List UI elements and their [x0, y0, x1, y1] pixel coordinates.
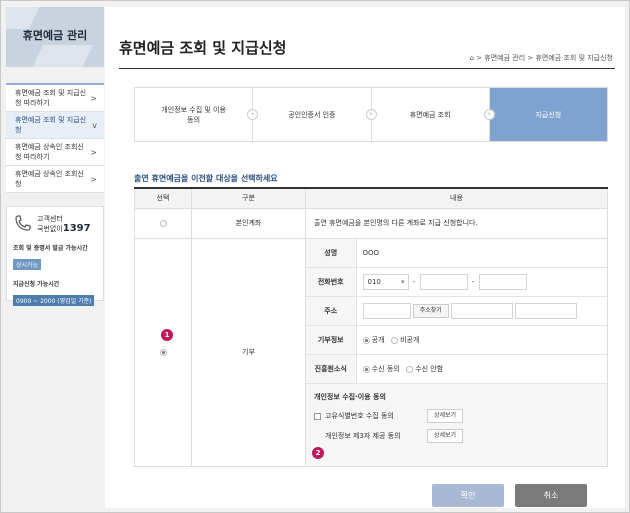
- phone-middle-input[interactable]: [419, 274, 468, 290]
- name-label: 성명: [306, 238, 357, 268]
- address-search-button[interactable]: 주소찾기: [412, 304, 449, 318]
- payout-time-label: 지급신청 가능시간: [13, 281, 60, 288]
- chevron-right-icon: ›: [483, 109, 495, 120]
- step-apply: 지급신청: [489, 88, 607, 141]
- type-donation: 기부: [191, 237, 306, 467]
- breadcrumb-item[interactable]: 휴면예금 관리: [484, 54, 525, 62]
- chevron-right-icon: >: [90, 148, 97, 157]
- customer-center-number: 1397: [62, 223, 91, 234]
- chevron-down-icon: ▾: [400, 278, 405, 286]
- select-own-account-radio[interactable]: [159, 219, 167, 227]
- chevron-right-icon: ›: [365, 109, 377, 120]
- sidebar-item-label: 휴면예금 상속인 조회신청 따라하기: [15, 143, 84, 161]
- consent-third-party-detail-button[interactable]: 상세보기: [427, 429, 464, 443]
- donation-info-label: 기부정보: [306, 325, 357, 355]
- own-account-description: 출연 휴면예금을 본인명의 다른 계좌로 지급 신청합니다.: [305, 207, 608, 239]
- home-icon[interactable]: ⌂: [470, 54, 474, 62]
- sidebar-item-label: 휴면예금 상속인 조회신청: [15, 170, 84, 188]
- type-own-account: 본인계좌: [191, 207, 306, 239]
- col-header-content: 내용: [305, 187, 608, 209]
- sidebar-item-heir-guide[interactable]: 휴면예금 상속인 조회신청 따라하기 >: [6, 139, 104, 166]
- select-donation-radio[interactable]: [159, 348, 167, 356]
- sidebar-header: 휴면예금 관리: [6, 7, 104, 67]
- consent-title: 개인정보 수집·이용 동의: [314, 393, 386, 401]
- breadcrumb-item[interactable]: 휴면예금 조회 및 지급신청: [535, 54, 613, 62]
- consent-third-party-label: 개인정보 제3자 제공 동의: [325, 432, 401, 440]
- section-title: 출연 휴면예금을 이전할 대상을 선택하세요: [134, 174, 278, 183]
- consent-id-label: 고유식별번호 수집 동의: [325, 412, 394, 420]
- phone-icon: [15, 215, 31, 231]
- sidebar-item-label: 휴면예금 조회 및 지급신청 따라하기: [15, 89, 87, 107]
- docs-time-label: 조회 및 증명서 발급 가능시간: [13, 245, 88, 252]
- step-search: 휴면예금 조회 ›: [372, 88, 495, 141]
- phone-last-input[interactable]: [478, 274, 527, 290]
- consent-id-detail-button[interactable]: 상세보기: [427, 409, 464, 423]
- chevron-right-icon: >: [90, 94, 97, 103]
- step-consent: 개인정보 수집 및 이용동의 ›: [135, 88, 259, 141]
- step-indicator: 개인정보 수집 및 이용동의 › 공인인증서 인증 › 휴면예금 조회 › 지급…: [134, 87, 608, 142]
- col-header-type: 구분: [191, 187, 306, 209]
- breadcrumb: ⌂ > 휴면예금 관리 > 휴면예금 조회 및 지급신청: [469, 54, 614, 62]
- address-label: 주소: [306, 296, 357, 326]
- promo-label: 진흥원소식: [306, 354, 357, 384]
- name-value: OOO: [356, 238, 607, 268]
- col-header-select: 선택: [134, 187, 192, 209]
- title-divider: [119, 68, 615, 69]
- window-frame: 휴면예금 관리 휴면예금 조회 및 지급신청 따라하기 > 휴면예금 조회 및 …: [0, 0, 630, 513]
- marker-2: 2: [312, 447, 324, 459]
- target-table: 선택 구분 내용 본인계좌 출연 휴면예금을 본인명의 다른 계좌로 지급 신청…: [134, 187, 608, 467]
- cancel-button[interactable]: 취소: [515, 484, 587, 507]
- marker-1: 1: [161, 329, 173, 341]
- sidebar-item-search-apply[interactable]: 휴면예금 조회 및 지급신청 v: [6, 112, 104, 139]
- donation-form: 성명 OOO 전화번호 010 ▾ - - 주소 주소찾기 기부정보 공개 비공…: [306, 238, 607, 466]
- promo-agree-radio[interactable]: [362, 365, 370, 373]
- zipcode-input[interactable]: [362, 303, 411, 319]
- promo-decline-radio[interactable]: [405, 365, 413, 373]
- page-title: 휴면예금 조회 및 지급신청: [119, 39, 287, 57]
- main-content: 휴면예금 조회 및 지급신청 ⌂ > 휴면예금 관리 > 휴면예금 조회 및 지…: [105, 7, 625, 508]
- sidebar-menu: 휴면예금 조회 및 지급신청 따라하기 > 휴면예금 조회 및 지급신청 v 휴…: [6, 83, 104, 193]
- phone-label: 전화번호: [306, 267, 357, 297]
- step-certificate: 공인인증서 인증 ›: [253, 88, 377, 141]
- sidebar-title: 휴면예금 관리: [22, 29, 88, 42]
- sidebar-item-label: 휴면예금 조회 및 지급신청: [15, 116, 87, 134]
- confirm-button[interactable]: 확인: [432, 484, 504, 507]
- consent-id-checkbox[interactable]: [314, 412, 321, 420]
- payout-time-badge: 0900 ~ 2000 (영업일 기준): [13, 295, 95, 306]
- customer-info-box: 고객센터 국번없이1397 조회 및 증명서 발급 가능시간 상시가능 지급신청…: [6, 206, 104, 306]
- sidebar-item-guide[interactable]: 휴면예금 조회 및 지급신청 따라하기 >: [6, 85, 104, 112]
- address-input[interactable]: [451, 303, 514, 319]
- docs-time-badge: 상시가능: [13, 259, 42, 270]
- chevron-down-icon: v: [92, 121, 97, 130]
- donation-public-radio[interactable]: [362, 336, 370, 344]
- address-detail-input[interactable]: [515, 303, 578, 319]
- chevron-right-icon: >: [90, 175, 97, 184]
- sidebar-item-heir-apply[interactable]: 휴면예금 상속인 조회신청 >: [6, 166, 104, 193]
- phone-prefix-select[interactable]: 010 ▾: [362, 274, 409, 290]
- customer-center-prefix: 국번없이: [37, 225, 63, 233]
- donation-private-radio[interactable]: [390, 336, 398, 344]
